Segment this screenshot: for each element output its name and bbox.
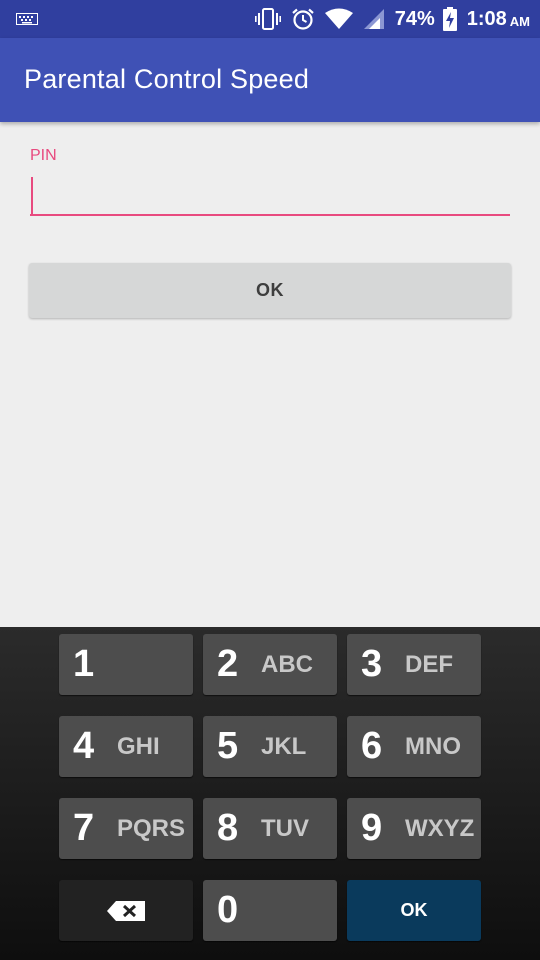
key-letters: PQRS (117, 814, 186, 842)
numeric-keypad: 1 2 ABC 3 DEF 4 GHI 5 JKL 6 MNO 7 PQRS 8 (0, 627, 540, 960)
key-digit: 4 (73, 725, 95, 767)
battery-charging-icon (442, 7, 457, 31)
screen: 74% 1:08 AM Parental Control Speed PIN O… (0, 0, 540, 960)
key-delete[interactable] (59, 880, 193, 941)
signal-icon (363, 8, 385, 30)
pin-label: PIN (30, 147, 57, 164)
status-bar: 74% 1:08 AM (0, 0, 540, 38)
wifi-icon (324, 8, 353, 30)
key-6[interactable]: 6 MNO (347, 716, 481, 777)
key-3[interactable]: 3 DEF (347, 634, 481, 695)
alarm-icon (291, 7, 315, 31)
key-letters: GHI (117, 732, 160, 760)
key-5[interactable]: 5 JKL (203, 716, 337, 777)
app-bar: Parental Control Speed (0, 38, 540, 122)
key-letters: MNO (405, 732, 461, 760)
vibrate-icon (254, 8, 281, 30)
key-digit: 2 (217, 643, 239, 685)
clock-ampm: AM (509, 13, 530, 29)
key-letters: TUV (261, 814, 309, 842)
key-digit: 1 (73, 643, 95, 685)
key-letters: DEF (405, 650, 453, 678)
keyboard-icon (16, 13, 38, 25)
key-letters: WXYZ (405, 814, 475, 842)
ok-button[interactable]: OK (29, 263, 511, 318)
key-digit: 5 (217, 725, 239, 767)
key-2[interactable]: 2 ABC (203, 634, 337, 695)
key-digit: 6 (361, 725, 383, 767)
battery-percent: 74% (394, 7, 435, 30)
key-letters: JKL (261, 732, 307, 760)
key-4[interactable]: 4 GHI (59, 716, 193, 777)
key-digit: 0 (217, 889, 239, 931)
key-digit: 9 (361, 807, 383, 849)
key-7[interactable]: 7 PQRS (59, 798, 193, 859)
key-digit: 7 (73, 807, 95, 849)
app-title: Parental Control Speed (24, 64, 310, 94)
key-1[interactable]: 1 (59, 634, 193, 695)
status-icons: 74% 1:08 AM (254, 0, 530, 38)
backspace-icon (107, 900, 145, 921)
key-digit: 8 (217, 807, 239, 849)
key-digit: 3 (361, 643, 383, 685)
key-enter-label: OK (400, 900, 428, 920)
key-8[interactable]: 8 TUV (203, 798, 337, 859)
text-cursor (31, 177, 33, 214)
pin-input[interactable] (30, 172, 510, 216)
key-letters: ABC (261, 650, 313, 678)
key-0[interactable]: 0 (203, 880, 337, 941)
clock-time: 1:08 (466, 7, 507, 30)
key-enter[interactable]: OK (347, 880, 481, 941)
key-9[interactable]: 9 WXYZ (347, 798, 481, 859)
